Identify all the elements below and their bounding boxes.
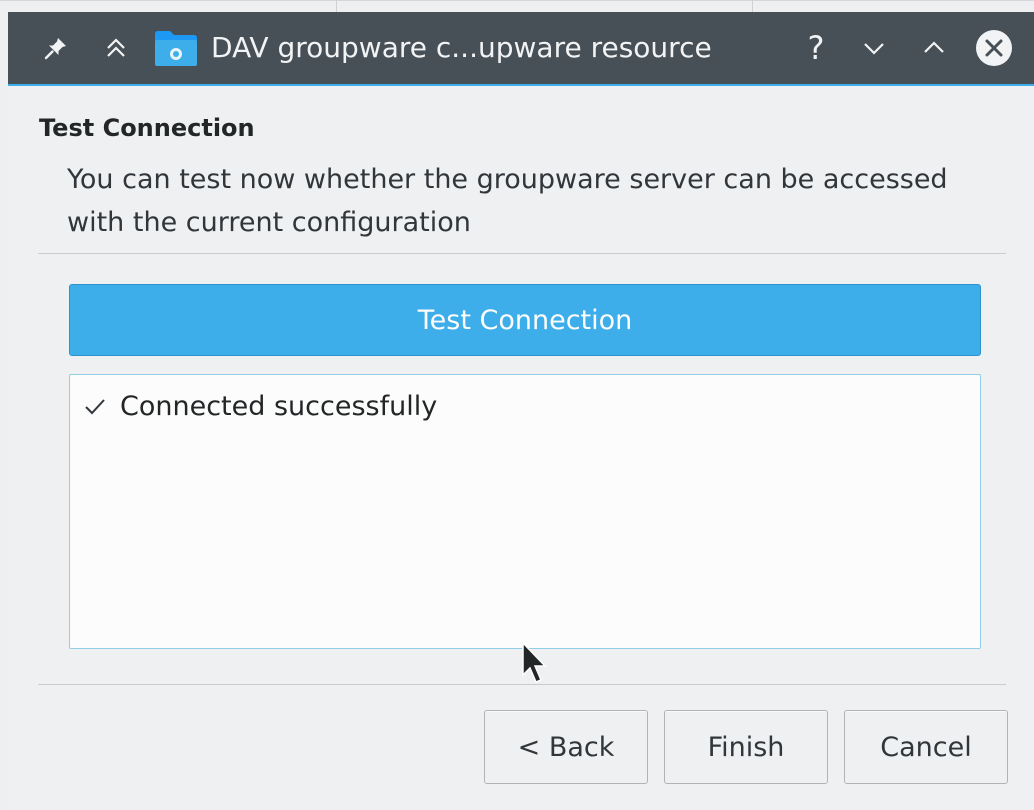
maximize-icon[interactable]: [916, 12, 952, 84]
wizard-page: Test Connection You can test now whether…: [8, 86, 1034, 810]
mouse-cursor-icon: [521, 641, 547, 689]
page-description: You can test now whether the groupware s…: [67, 164, 948, 238]
help-icon[interactable]: ?: [796, 12, 836, 84]
header-separator: [38, 253, 1006, 254]
window-title: DAV groupware c...upware resource: [211, 31, 712, 64]
page-heading: Test Connection: [39, 114, 255, 142]
back-button[interactable]: < Back: [484, 710, 648, 784]
folder-globe-icon: [151, 12, 201, 84]
test-connection-button[interactable]: Test Connection: [69, 284, 981, 356]
minimize-icon[interactable]: [856, 12, 892, 84]
list-item: Connected successfully: [82, 391, 437, 422]
close-icon[interactable]: [972, 12, 1016, 84]
backdrop-rule: [0, 0, 1034, 1]
keep-above-icon[interactable]: [98, 12, 134, 84]
dialog-window: DAV groupware c...upware resource ? Test…: [8, 12, 1034, 810]
checkmark-icon: [82, 394, 114, 420]
results-list[interactable]: Connected successfully: [69, 374, 981, 649]
result-text: Connected successfully: [120, 391, 438, 422]
backdrop-divider: [752, 0, 753, 12]
cancel-button[interactable]: Cancel: [844, 710, 1008, 784]
titlebar: DAV groupware c...upware resource ?: [8, 12, 1034, 86]
pin-icon[interactable]: [38, 12, 74, 84]
finish-button[interactable]: Finish: [664, 710, 828, 784]
backdrop-divider: [336, 0, 337, 12]
